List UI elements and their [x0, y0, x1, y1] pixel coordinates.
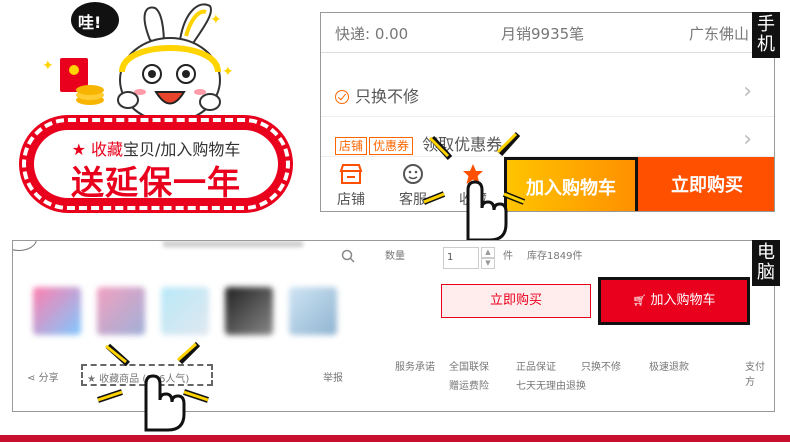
quantity-stepper[interactable]: ▲ ▼: [481, 247, 495, 269]
product-thumbnail[interactable]: [225, 287, 273, 335]
sparkle-icon: ✦: [210, 12, 222, 28]
ship-location: 广东佛山: [689, 25, 750, 43]
cart-button-label: 加入购物车: [650, 293, 716, 308]
shop-button[interactable]: 店铺: [321, 163, 381, 209]
sparkle-icon: ✦: [42, 58, 54, 74]
service-promise-label: 服务承诺: [395, 362, 435, 373]
blurred-bar: [163, 241, 303, 247]
quantity-value: 1: [447, 252, 454, 263]
service-item: 全国联保: [449, 362, 489, 373]
click-hand-icon: [420, 128, 530, 247]
side-label-char: 机: [757, 34, 775, 55]
promise-row[interactable]: 只换不修 ›: [321, 73, 774, 117]
speech-bubble-text: 哇!: [78, 13, 102, 32]
service-item: 正品保证: [516, 362, 556, 373]
coupon-tag: 优惠券: [369, 137, 414, 155]
shop-tag: 店铺: [335, 137, 368, 155]
promo-badge: ★ 收藏宝贝/加入购物车 送延保一年: [22, 118, 290, 210]
share-icon: ⋖: [27, 373, 36, 384]
shipping-row: 快递: 0.00 月销9935笔 广东佛山: [321, 13, 774, 53]
pc-side-label: 电 脑: [752, 240, 780, 286]
service-item: 只换不修: [581, 362, 621, 373]
side-label-char: 脑: [757, 262, 775, 283]
phone-action-bar: 店铺 客服 收藏 加入购物车 立即购买: [321, 156, 774, 211]
cart-icon: 🛒︎: [632, 294, 647, 307]
product-thumbnail[interactable]: [97, 287, 145, 335]
side-label-char: 手: [757, 14, 775, 35]
monthly-sales: 月销9935笔: [501, 25, 585, 43]
promise-text: 只换不修: [355, 87, 420, 106]
share-link[interactable]: ⋖ 分享: [27, 369, 59, 384]
product-thumbnail[interactable]: [33, 287, 81, 335]
chevron-right-icon: ›: [743, 79, 752, 104]
promo-warranty-text: 送延保一年: [71, 163, 241, 202]
share-label: 分享: [38, 373, 59, 384]
quantity-label: 数量: [385, 251, 405, 262]
buy-now-button[interactable]: 立即购买: [441, 284, 591, 318]
bottom-accent-line: [0, 435, 790, 442]
service-item: 支付方: [745, 362, 765, 388]
service-item: 赠运费险: [449, 381, 489, 392]
quantity-input[interactable]: 1: [443, 247, 479, 269]
click-hand-icon: [94, 340, 214, 436]
circle-decoration: [13, 241, 37, 251]
search-icon[interactable]: [341, 249, 355, 263]
quantity-down-icon[interactable]: ▼: [481, 258, 495, 269]
unit-label: 件: [503, 251, 513, 262]
add-to-cart-button[interactable]: 🛒︎ 加入购物车: [598, 277, 750, 325]
buy-now-button[interactable]: 立即购买: [638, 157, 774, 211]
quantity-up-icon[interactable]: ▲: [481, 247, 495, 258]
phone-product-panel: 快递: 0.00 月销9935笔 广东佛山 只换不修 › 店铺 优惠券 领取优惠券…: [320, 12, 775, 212]
product-thumbnail[interactable]: [161, 287, 209, 335]
phone-side-label: 手 机: [752, 12, 780, 58]
side-label-char: 电: [757, 242, 775, 263]
chevron-right-icon: ›: [743, 127, 752, 152]
shop-icon: [339, 164, 363, 184]
check-circle-icon: [335, 90, 349, 104]
shipping-fee: 快递: 0.00: [335, 25, 409, 43]
product-thumbnail[interactable]: [289, 287, 337, 335]
shop-label: 店铺: [337, 192, 365, 208]
service-item: 七天无理由退换: [516, 381, 586, 392]
sparkle-icon: ✦: [222, 64, 234, 80]
service-item: 极速退款: [649, 362, 689, 373]
report-link[interactable]: 举报: [323, 369, 343, 384]
stock-label: 库存1849件: [527, 251, 583, 262]
